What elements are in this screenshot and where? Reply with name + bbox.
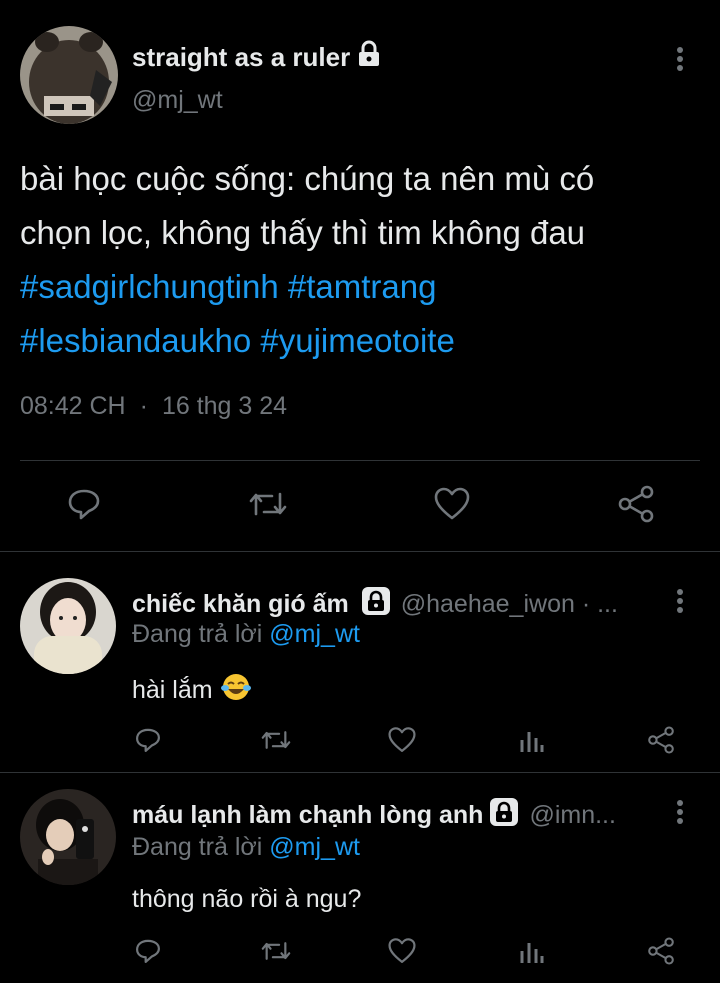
main-handle[interactable]: @mj_wt — [132, 86, 223, 115]
post-text: bài học cuộc sống: chúng ta nên mù có ch… — [20, 152, 700, 368]
more-icon[interactable] — [674, 588, 686, 614]
share-icon — [646, 936, 676, 970]
reply-button[interactable] — [64, 486, 104, 526]
reply-text-row: thông não rồi à ngu? — [132, 885, 361, 914]
separator-dot: · — [139, 392, 148, 420]
views-icon — [519, 726, 545, 759]
reply-button[interactable] — [132, 937, 164, 969]
reply-text: hài lắm — [132, 676, 213, 704]
main-display-name[interactable]: straight as a ruler — [132, 42, 350, 73]
reply-text: thông não rồi à ngu? — [132, 885, 362, 913]
replying-to-mention[interactable]: @mj_wt — [269, 833, 360, 861]
like-button[interactable] — [432, 486, 472, 526]
post-text-line: chọn lọc, không thấy thì tim không đau — [20, 214, 586, 251]
reply-handle[interactable]: @haehae_iwon · ... — [401, 590, 618, 619]
reply-item[interactable]: chiếc khăn gió ấm @haehae_iwon · ... Đan… — [0, 552, 720, 772]
reply-handle[interactable]: @imn... — [529, 801, 616, 830]
reply-display-name[interactable]: máu lạnh làm chạnh lòng anh — [132, 801, 483, 830]
reply-header: chiếc khăn gió ấm @haehae_iwon · ... — [132, 586, 618, 623]
retweet-button[interactable] — [258, 937, 294, 969]
more-icon[interactable] — [674, 799, 686, 825]
post-text-line: bài học cuộc sống: chúng ta nên mù có — [20, 160, 595, 197]
retweet-icon — [260, 937, 292, 970]
retweet-button[interactable] — [246, 486, 290, 526]
hashtag-line[interactable]: #lesbiandaukho #yujimeotoite — [20, 314, 700, 368]
retweet-icon — [260, 726, 292, 759]
main-display-name-row[interactable]: straight as a ruler — [132, 40, 382, 75]
face-with-tears-of-joy-icon — [220, 672, 251, 709]
reply-avatar[interactable] — [20, 578, 116, 674]
main-avatar[interactable] — [20, 26, 118, 124]
lock-icon — [489, 797, 519, 834]
reply-icon — [134, 726, 162, 759]
more-icon[interactable] — [674, 46, 686, 72]
reply-display-name[interactable]: chiếc khăn gió ấm — [132, 590, 349, 619]
retweet-button[interactable] — [258, 726, 294, 758]
views-icon — [519, 937, 545, 970]
share-icon — [646, 725, 676, 759]
share-button[interactable] — [644, 725, 678, 759]
reply-header: máu lạnh làm chạnh lòng anh @imn... — [132, 797, 616, 834]
reply-text-row: hài lắm — [132, 672, 251, 709]
replying-to: Đang trả lời @mj_wt — [132, 833, 360, 862]
replying-to: Đang trả lời @mj_wt — [132, 620, 360, 649]
post-date: 16 thg 3 24 — [161, 392, 288, 420]
like-button[interactable] — [386, 726, 418, 758]
replying-to-prefix: Đang trả lời — [132, 620, 270, 648]
post-time: 08:42 CH — [20, 392, 126, 420]
like-icon — [387, 726, 417, 759]
divider — [20, 460, 700, 461]
like-button[interactable] — [386, 937, 418, 969]
hashtag-line[interactable]: #sadgirlchungtinh #tamtrang — [20, 260, 700, 314]
post-timestamp: 08:42 CH · 16 thg 3 24 — [20, 392, 287, 421]
share-icon — [616, 485, 656, 528]
lock-icon — [361, 586, 391, 623]
retweet-icon — [248, 486, 288, 527]
share-button[interactable] — [644, 936, 678, 970]
lock-icon — [356, 40, 382, 75]
like-icon — [433, 486, 471, 527]
reply-button[interactable] — [132, 726, 164, 758]
views-button[interactable] — [516, 726, 548, 758]
reply-item[interactable]: máu lạnh làm chạnh lòng anh @imn... Đang… — [0, 773, 720, 983]
reply-icon — [134, 937, 162, 970]
views-button[interactable] — [516, 937, 548, 969]
replying-to-mention[interactable]: @mj_wt — [269, 620, 360, 648]
share-button[interactable] — [614, 485, 658, 528]
replying-to-prefix: Đang trả lời — [132, 833, 270, 861]
reply-icon — [66, 486, 102, 527]
like-icon — [387, 937, 417, 970]
main-post: straight as a ruler @mj_wt bài học cuộc … — [0, 0, 720, 552]
reply-avatar[interactable] — [20, 789, 116, 885]
